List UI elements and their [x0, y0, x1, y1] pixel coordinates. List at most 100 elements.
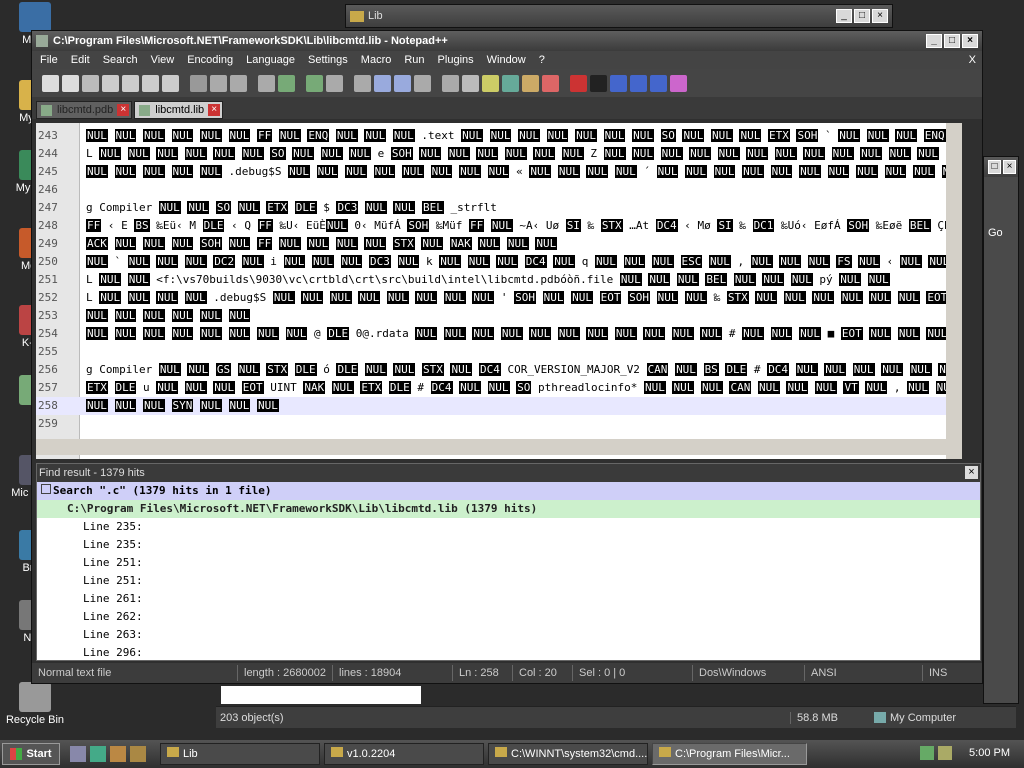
zoom-out-icon[interactable] — [374, 74, 391, 92]
close-tab-icon[interactable]: × — [208, 104, 221, 116]
menu-item[interactable]: Run — [404, 54, 424, 66]
save-icon[interactable] — [82, 74, 99, 92]
find-hit-line[interactable]: Line 235: — [37, 536, 980, 554]
horizontal-scrollbar[interactable] — [36, 439, 962, 455]
find-hit-line[interactable]: Line 262: — [37, 608, 980, 626]
line-text: NUL NUL NUL NUL NUL .debug$S NUL NUL NUL… — [86, 163, 962, 181]
line-text: FF ‹ E BS ‰Eü‹ M DLE ‹ Q FF ‰U‹ EüÈNUL 0… — [86, 217, 962, 235]
spellcheck-icon[interactable] — [670, 74, 687, 92]
tab-libcmtd-pdb[interactable]: libcmtd.pdb × — [36, 101, 133, 119]
browser-icon[interactable] — [90, 746, 106, 762]
save-all-icon[interactable] — [102, 74, 119, 92]
stop-macro-icon[interactable] — [590, 74, 607, 92]
close-button[interactable]: × — [872, 9, 888, 23]
menu-item[interactable]: View — [151, 54, 175, 66]
menu-item[interactable]: Macro — [361, 54, 392, 66]
find-result-panel: Find result - 1379 hits × Search ".c" (1… — [36, 463, 981, 661]
close-button[interactable]: × — [1003, 160, 1016, 174]
menu-item[interactable]: Plugins — [438, 54, 474, 66]
restore-button[interactable]: □ — [988, 160, 1001, 174]
start-button[interactable]: Start — [2, 743, 60, 765]
zoom-in-icon[interactable] — [354, 74, 371, 92]
line-text: ACK NUL NUL NUL SOH NUL FF NUL NUL NUL N… — [86, 237, 558, 250]
indent-guide-icon[interactable] — [482, 74, 499, 92]
maximize-button[interactable]: □ — [944, 34, 960, 48]
network-icon[interactable] — [920, 746, 934, 760]
undo-icon[interactable] — [258, 74, 275, 92]
title-bar[interactable]: C:\Program Files\Microsoft.NET\Framework… — [32, 31, 982, 51]
file-summary[interactable]: C:\Program Files\Microsoft.NET\Framework… — [37, 500, 980, 518]
go-button[interactable]: Go — [984, 227, 1018, 239]
replace-icon[interactable] — [326, 74, 343, 92]
find-icon[interactable] — [306, 74, 323, 92]
run-macro-multiple-icon[interactable] — [630, 74, 647, 92]
line-number: 257 — [38, 381, 58, 394]
close-file-icon[interactable] — [122, 74, 139, 92]
play-macro-icon[interactable] — [610, 74, 627, 92]
menu-item[interactable]: Search — [103, 54, 138, 66]
minimize-button[interactable]: _ — [836, 9, 852, 23]
tab-libcmtd-lib[interactable]: libcmtd.lib × — [134, 101, 224, 119]
taskbar-button[interactable]: v1.0.2204 — [324, 743, 484, 765]
new-file-icon[interactable] — [42, 74, 59, 92]
open-file-icon[interactable] — [62, 74, 79, 92]
find-hit-line[interactable]: Line 235: — [37, 518, 980, 536]
taskbar: Start Lib v1.0.2204 C:\WINNT\system32\cmd.… — [0, 740, 1024, 768]
cut-icon[interactable] — [190, 74, 207, 92]
sync-h-icon[interactable] — [414, 74, 431, 92]
paste-icon[interactable] — [230, 74, 247, 92]
taskbar-button[interactable]: C:\WINNT\system32\cmd.... — [488, 743, 648, 765]
desktop-icon[interactable] — [70, 746, 86, 762]
vertical-scrollbar[interactable] — [946, 123, 962, 459]
menu-item[interactable]: File — [40, 54, 58, 66]
toolbar — [32, 69, 982, 97]
sync-v-icon[interactable] — [394, 74, 411, 92]
explorer-status-bar: 203 object(s) 58.8 MB My Computer — [216, 706, 1016, 728]
explorer-icon[interactable] — [130, 746, 146, 762]
doc-map-icon[interactable] — [502, 74, 519, 92]
address-field[interactable] — [221, 686, 421, 704]
lib-window[interactable]: Lib _ □ × — [345, 4, 893, 28]
all-chars-icon[interactable] — [462, 74, 479, 92]
taskbar-button[interactable]: Lib — [160, 743, 320, 765]
folder-workspace-icon[interactable] — [542, 74, 559, 92]
find-hit-line[interactable]: Line 296: — [37, 644, 980, 662]
find-hit-line[interactable]: Line 251: — [37, 572, 980, 590]
menu-item[interactable]: Window — [487, 54, 526, 66]
volume-icon[interactable] — [938, 746, 952, 760]
print-icon[interactable] — [162, 74, 179, 92]
find-hit-line[interactable]: Line 261: — [37, 590, 980, 608]
menu-item[interactable]: Settings — [308, 54, 348, 66]
total-size: 58.8 MB — [790, 711, 868, 724]
clock: 5:00 PM — [969, 747, 1010, 759]
close-icon[interactable]: × — [965, 466, 978, 479]
copy-icon[interactable] — [210, 74, 227, 92]
close-all-icon[interactable] — [142, 74, 159, 92]
line-number: 253 — [38, 309, 58, 322]
find-hit-line[interactable]: Line 263: — [37, 626, 980, 644]
minimize-button[interactable]: _ — [926, 34, 942, 48]
editor[interactable]: 243 NUL NUL NUL NUL NUL NUL FF NUL ENQ NU… — [36, 123, 962, 459]
menu-item[interactable]: Language — [246, 54, 295, 66]
taskbar-button[interactable]: C:\Program Files\Micr... — [652, 743, 807, 765]
menu-close-doc[interactable]: X — [969, 54, 976, 66]
file-icon — [41, 105, 52, 116]
menu-item[interactable]: Encoding — [187, 54, 233, 66]
redo-icon[interactable] — [278, 74, 295, 92]
record-macro-icon[interactable] — [570, 74, 587, 92]
maximize-button[interactable]: □ — [854, 9, 870, 23]
menu-item[interactable]: Edit — [71, 54, 90, 66]
shortcut-icon — [19, 682, 51, 712]
collapse-icon[interactable] — [41, 484, 51, 494]
close-tab-icon[interactable]: × — [117, 104, 130, 116]
outlook-icon[interactable] — [110, 746, 126, 762]
status-length: length : 2680002 — [237, 665, 332, 681]
wrap-icon[interactable] — [442, 74, 459, 92]
search-summary[interactable]: Search ".c" (1379 hits in 1 file) — [37, 482, 980, 500]
save-macro-icon[interactable] — [650, 74, 667, 92]
function-list-icon[interactable] — [522, 74, 539, 92]
close-button[interactable]: × — [962, 34, 978, 48]
menu-item[interactable]: ? — [539, 54, 545, 66]
desktop-shortcut[interactable]: Recycle Bin — [0, 682, 70, 726]
find-hit-line[interactable]: Line 251: — [37, 554, 980, 572]
